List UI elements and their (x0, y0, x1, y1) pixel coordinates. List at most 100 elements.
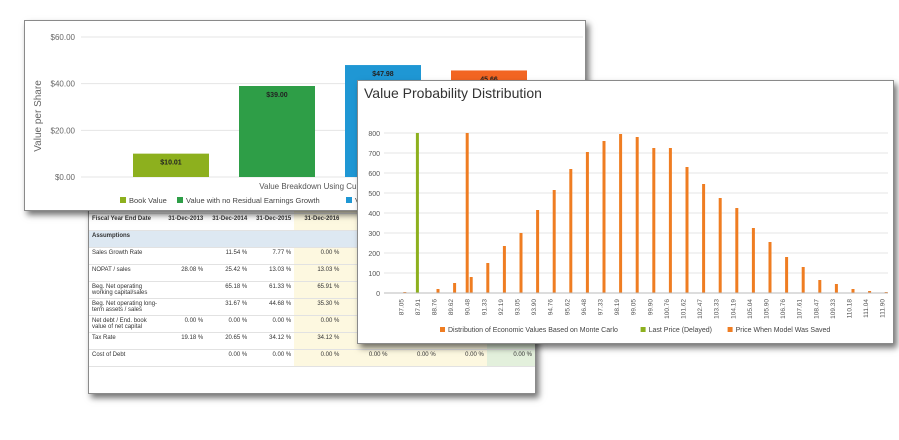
table-cell: 65.91 % (294, 281, 343, 299)
row-label: Sales Growth Rate (89, 247, 163, 265)
table-cell: 0.00 % (390, 349, 439, 367)
bar-data-label: $47.98 (372, 71, 394, 78)
dist-y-tick: 500 (368, 191, 380, 198)
probability-distribution-panel: Value Probability Distribution Distribut… (357, 80, 894, 344)
last-price-bar (415, 133, 419, 293)
table-cell: 0.00 % (294, 315, 343, 333)
table-cell: 28.08 % (162, 264, 207, 282)
row-label: Tax Rate (89, 332, 163, 350)
table-cell: 13.03 % (250, 264, 295, 282)
legend-label: Distribution of Economic Values Based on… (448, 327, 618, 334)
bar-y-tick: $0.00 (55, 173, 76, 182)
dist-x-tick: 97.33 (598, 299, 605, 316)
table-cell: 0.00 % (486, 349, 535, 367)
legend-swatch (346, 197, 352, 203)
table-cell: 61.33 % (250, 281, 295, 299)
distribution-bar (436, 289, 440, 293)
table-cell: 0.00 % (206, 315, 251, 333)
table-cell: 31.67 % (206, 298, 251, 316)
table-cell (162, 349, 207, 367)
dist-x-tick: 109.33 (830, 299, 837, 319)
distribution-bar (536, 210, 540, 293)
table-row: Cost of Debt 0.00 % 0.00 % 0.00 % 0.00 % 0.00… (89, 349, 535, 367)
distribution-bar (685, 167, 689, 293)
distribution-bar (768, 242, 772, 293)
distribution-bar (801, 267, 805, 293)
row-label: Net debt / End. book value of net capita… (89, 315, 163, 333)
table-cell (162, 281, 207, 299)
dist-x-tick: 93.05 (515, 299, 522, 316)
dist-x-tick: 103.33 (714, 299, 721, 319)
legend-label: Book Value (129, 196, 167, 205)
bar-data-label: $39.00 (266, 92, 288, 99)
row-label: Beg. Net operating working capital/sales (89, 281, 163, 299)
legend-swatch (440, 327, 445, 332)
distribution-bar (635, 137, 639, 293)
dist-y-tick: 200 (368, 251, 380, 258)
table-cell: 11.54 % (206, 247, 251, 265)
distribution-bar (818, 280, 822, 293)
row-label: Cost of Debt (89, 349, 163, 367)
dist-y-tick: 100 (368, 271, 380, 278)
distribution-bar (486, 263, 490, 293)
dist-x-tick: 89.62 (448, 299, 455, 316)
table-cell: 65.18 % (206, 281, 251, 299)
dist-x-tick: 110.18 (847, 299, 854, 319)
distribution-bar (702, 184, 706, 293)
table-cell: 34.12 % (294, 332, 343, 350)
dist-x-tick: 98.19 (614, 299, 621, 316)
legend-swatch (727, 327, 733, 332)
distribution-bar (652, 148, 656, 293)
distribution-bar (469, 277, 473, 293)
distribution-bar (619, 134, 623, 293)
table-cell: 35.30 % (294, 298, 343, 316)
table-cell: 0.00 % (250, 349, 295, 367)
table-cell: 0.00 % (342, 349, 391, 367)
table-cell: 13.03 % (294, 264, 343, 282)
value-bar (239, 86, 315, 177)
dist-x-tick: 100.76 (664, 299, 671, 319)
table-cell: 0.00 % (250, 315, 295, 333)
date-2014: 31-Dec-2014 (206, 213, 251, 231)
table-cell: 7.77 % (250, 247, 295, 265)
dist-x-tick: 88.76 (432, 299, 439, 316)
distribution-bar (851, 289, 855, 293)
dist-x-tick: 107.61 (797, 299, 804, 319)
dist-y-tick: 0 (376, 291, 380, 298)
dist-x-tick: 102.47 (697, 299, 704, 319)
distribution-legend: Distribution of Economic Values Based on… (440, 327, 830, 334)
dist-x-tick: 95.62 (564, 299, 571, 316)
dist-x-tick: 106.76 (780, 299, 787, 319)
distribution-bar (785, 257, 789, 293)
distribution-bar (585, 152, 589, 293)
bar-data-label: $10.01 (160, 160, 182, 167)
table-cell: 25.42 % (206, 264, 251, 282)
y-axis-label: Value per Share (33, 80, 44, 152)
dist-x-tick: 105.04 (747, 299, 754, 319)
dist-y-tick: 800 (368, 131, 380, 138)
dist-x-tick: 87.91 (415, 299, 422, 316)
dist-x-tick: 104.19 (730, 299, 737, 319)
legend-swatch (177, 197, 183, 203)
dist-x-tick: 96.48 (581, 299, 588, 316)
table-cell: 0.00 % (294, 247, 343, 265)
table-cell: 0.00 % (206, 349, 251, 367)
table-cell: 34.12 % (250, 332, 295, 350)
dist-y-tick: 700 (368, 151, 380, 158)
table-cell (162, 298, 207, 316)
distribution-bar (552, 190, 556, 293)
distribution-bar (519, 233, 523, 293)
legend-swatch (120, 197, 126, 203)
table-cell: 19.18 % (162, 332, 207, 350)
dist-y-tick: 400 (368, 211, 380, 218)
table-cell: 0.00 % (438, 349, 487, 367)
dist-x-tick: 87.05 (398, 299, 405, 316)
table-cell (162, 247, 207, 265)
dist-y-tick: 300 (368, 231, 380, 238)
bar-legend: Book Value Value with no Residual Earning… (120, 196, 389, 205)
legend-swatch (640, 327, 646, 332)
distribution-bar (718, 198, 722, 293)
date-2015: 31-Dec-2015 (250, 213, 295, 231)
table-cell: 44.68 % (250, 298, 295, 316)
table-cell: 20.65 % (206, 332, 251, 350)
